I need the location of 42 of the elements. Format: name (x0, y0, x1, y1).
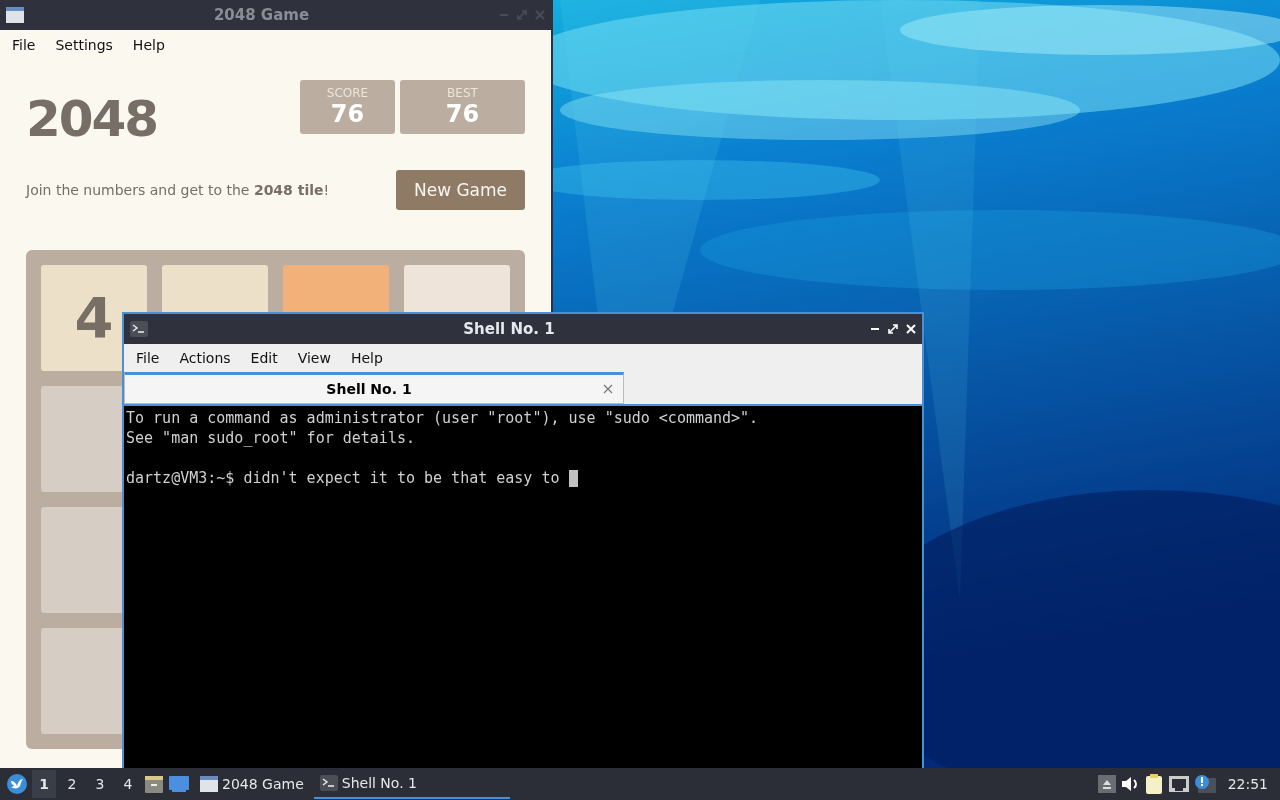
game-heading: 2048 (26, 92, 158, 146)
terminal-tab[interactable]: Shell No. 1 (124, 372, 624, 404)
desktop-button[interactable]: 3 (88, 770, 112, 798)
menu-item[interactable]: Help (122, 37, 175, 53)
menu-item[interactable]: File (2, 37, 46, 53)
menu-item[interactable]: View (287, 350, 341, 366)
new-game-button[interactable]: New Game (396, 170, 525, 210)
prompt-line: dartz@VM3:~$ didn't expect it to be that easy to (126, 468, 561, 488)
menu-item[interactable]: Settings (45, 37, 123, 53)
network-icon[interactable] (1167, 774, 1190, 794)
desktop-icon[interactable] (168, 775, 190, 793)
window-icon (200, 776, 218, 792)
notification-icon[interactable] (1193, 774, 1216, 794)
bird-icon[interactable] (6, 773, 28, 795)
terminal-screen[interactable]: To run a command as administrator (user "root"), use "sudo <command>". See "man sudo_root" for details. dartz@VM3:~$ didn't expect it to be that easy to (124, 404, 922, 768)
terminal-icon (130, 321, 148, 337)
desktop-button[interactable]: 2 (60, 770, 84, 798)
score-value: 76 (330, 100, 365, 128)
menu-item[interactable]: Edit (240, 350, 288, 366)
score-label: BEST (447, 86, 478, 100)
volume-icon[interactable] (1119, 775, 1140, 793)
window-title: 2048 Game (212, 6, 311, 24)
menu-item[interactable]: Actions (169, 350, 241, 366)
eject-icon[interactable] (1097, 775, 1116, 793)
score-value: 76 (445, 100, 480, 128)
terminal-line: See "man sudo_root" for details. (126, 428, 415, 448)
score-label: SCORE (326, 86, 369, 100)
clock: 22:51 (1227, 776, 1268, 792)
text-cursor (568, 469, 578, 487)
menu-item[interactable]: Help (340, 350, 393, 366)
desktop-button[interactable]: 1 (32, 770, 56, 798)
task-button[interactable]: Shell No. 1 (313, 769, 510, 799)
window-icon (6, 7, 24, 23)
clipboard-icon[interactable] (1143, 773, 1164, 795)
window-title: Shell No. 1 (462, 320, 556, 338)
file-cabinet-icon[interactable] (144, 774, 164, 794)
terminal-line: To run a command as administrator (user "root"), use "sudo <command>". (126, 408, 759, 428)
terminal-icon (319, 775, 338, 791)
task-button[interactable]: 2048 Game (194, 769, 310, 799)
desktop-button[interactable]: 4 (116, 770, 140, 798)
intro-text: Join the numbers and get to the 2048 tile! (26, 182, 330, 198)
tab-label: Shell No. 1 (325, 381, 413, 397)
